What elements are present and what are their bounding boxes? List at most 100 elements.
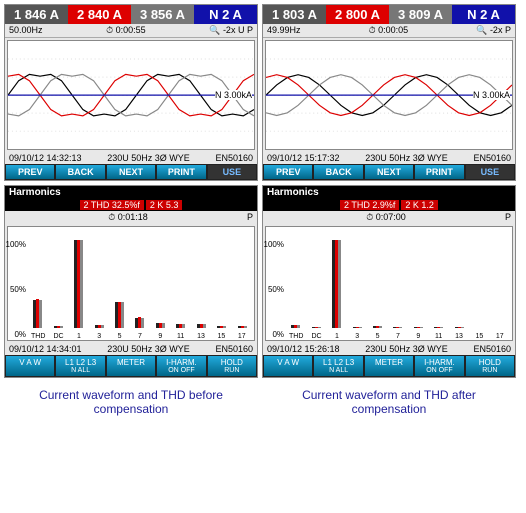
- hm-button[interactable]: I-HARM.ON OFF: [414, 355, 464, 377]
- caption-after: Current waveform and THD after compensat…: [262, 382, 516, 422]
- phase-reading-L3: 3 809 A: [389, 5, 452, 24]
- timestamp: 09/10/12 15:17:32: [267, 153, 340, 163]
- phase-reading-L2: 2 800 A: [326, 5, 389, 24]
- harmonic-bar: [347, 231, 366, 328]
- harmonic-bar: [48, 231, 67, 328]
- phase-reading-L2: 2 840 A: [68, 5, 131, 24]
- phase-reading-N: N 2 A: [452, 5, 515, 24]
- hm-buttons-before: V A WL1 L2 L3N ALLMETERI-HARM.ON OFFHOLD…: [5, 355, 257, 377]
- zoom-label: 🔍 -2x P: [476, 25, 511, 36]
- config: 230U 50Hz 3Ø WYE: [365, 153, 448, 163]
- print-button[interactable]: PRINT: [156, 164, 206, 180]
- harmonic-bar: [151, 231, 170, 328]
- standard: EN50160: [215, 153, 253, 163]
- thd-value: 2 THD 2.9%f: [340, 200, 399, 210]
- elapsed-label: ⏱ 0:01:18: [108, 212, 148, 223]
- hm-button[interactable]: HOLDRUN: [207, 355, 257, 377]
- print-button[interactable]: PRINT: [414, 164, 464, 180]
- standard: EN50160: [473, 344, 511, 354]
- harmonic-bar: [450, 231, 469, 328]
- phase-reading-L1: 1 846 A: [5, 5, 68, 24]
- icons: P: [247, 212, 253, 223]
- wf-header-after: 1 803 A 2 800 A 3 809 A N 2 A: [263, 5, 515, 24]
- hm-footer-before: 09/10/12 14:34:01 230U 50Hz 3Ø WYE EN501…: [5, 343, 257, 355]
- waveform-plot-after: N 3.00kA: [265, 40, 513, 150]
- harmonics-plot-after: 100%50%0%THDDC1357911131517: [265, 226, 513, 341]
- hm-button[interactable]: L1 L2 L3N ALL: [55, 355, 105, 377]
- timestamp: 09/10/12 14:32:13: [9, 153, 82, 163]
- harmonics-panel-after: Harmonics 2 THD 2.9%f 2 K 1.2 ⏱ 0:07:00 …: [262, 185, 516, 378]
- wf-footer-after: 09/10/12 15:17:32 230U 50Hz 3Ø WYE EN501…: [263, 152, 515, 164]
- harmonics-title: Harmonics: [263, 186, 515, 199]
- wf-info-before: 50.00Hz ⏱ 0:00:55 🔍 -2x U P: [5, 24, 257, 38]
- wf-info-after: 49.99Hz ⏱ 0:00:05 🔍 -2x P: [263, 24, 515, 38]
- harmonic-bar: [28, 231, 47, 328]
- back-button[interactable]: BACK: [313, 164, 363, 180]
- waveform-plot-before: N 3.00kA: [7, 40, 255, 150]
- hm-buttons-after: V A WL1 L2 L3N ALLMETERI-HARM.ON OFFHOLD…: [263, 355, 515, 377]
- thd-bar-before: 2 THD 32.5%f 2 K 5.3: [5, 199, 257, 211]
- phase-reading-L1: 1 803 A: [263, 5, 326, 24]
- harmonic-bar: [233, 231, 252, 328]
- hm-info-after: ⏱ 0:07:00 P: [263, 211, 515, 224]
- timestamp: 09/10/12 15:26:18: [267, 344, 340, 354]
- harmonic-bar: [306, 231, 325, 328]
- wf-buttons-before: PREV BACK NEXT PRINT USE: [5, 164, 257, 180]
- harmonic-bar: [327, 231, 346, 328]
- hm-button[interactable]: V A W: [263, 355, 313, 377]
- hm-info-before: ⏱ 0:01:18 P: [5, 211, 257, 224]
- standard: EN50160: [473, 153, 511, 163]
- harmonic-bar: [470, 231, 489, 328]
- timestamp: 09/10/12 14:34:01: [9, 344, 82, 354]
- thd-value: 2 THD 32.5%f: [80, 200, 144, 210]
- harmonic-bar: [491, 231, 510, 328]
- use-button[interactable]: USE: [207, 164, 257, 180]
- elapsed-label: ⏱ 0:00:05: [369, 25, 409, 36]
- standard: EN50160: [215, 344, 253, 354]
- caption-row: Current waveform and THD before compensa…: [0, 382, 526, 422]
- harmonic-bar: [110, 231, 129, 328]
- k-value: 2 K 1.2: [401, 200, 438, 210]
- config: 230U 50Hz 3Ø WYE: [107, 344, 190, 354]
- elapsed-label: ⏱ 0:07:00: [366, 212, 406, 223]
- config: 230U 50Hz 3Ø WYE: [365, 344, 448, 354]
- icons: P: [505, 212, 511, 223]
- hm-button[interactable]: L1 L2 L3N ALL: [313, 355, 363, 377]
- harmonic-bar: [212, 231, 231, 328]
- hm-button[interactable]: I-HARM.ON OFF: [156, 355, 206, 377]
- y-scale-label: N 3.00kA: [215, 90, 252, 100]
- prev-button[interactable]: PREV: [263, 164, 313, 180]
- back-button[interactable]: BACK: [55, 164, 105, 180]
- harmonic-bar: [69, 231, 88, 328]
- freq-label: 50.00Hz: [9, 25, 43, 36]
- phase-reading-N: N 2 A: [194, 5, 257, 24]
- waveform-panel-before: 1 846 A 2 840 A 3 856 A N 2 A 50.00Hz ⏱ …: [4, 4, 258, 181]
- harmonic-bar: [89, 231, 108, 328]
- caption-before: Current waveform and THD before compensa…: [4, 382, 258, 422]
- wf-header-before: 1 846 A 2 840 A 3 856 A N 2 A: [5, 5, 257, 24]
- use-button[interactable]: USE: [465, 164, 515, 180]
- y-scale-label: N 3.00kA: [473, 90, 510, 100]
- hm-button[interactable]: V A W: [5, 355, 55, 377]
- harmonic-bar: [171, 231, 190, 328]
- waveform-panel-after: 1 803 A 2 800 A 3 809 A N 2 A 49.99Hz ⏱ …: [262, 4, 516, 181]
- k-value: 2 K 5.3: [146, 200, 183, 210]
- hm-footer-after: 09/10/12 15:26:18 230U 50Hz 3Ø WYE EN501…: [263, 343, 515, 355]
- harmonics-title: Harmonics: [5, 186, 257, 199]
- next-button[interactable]: NEXT: [364, 164, 414, 180]
- wf-buttons-after: PREV BACK NEXT PRINT USE: [263, 164, 515, 180]
- thd-bar-after: 2 THD 2.9%f 2 K 1.2: [263, 199, 515, 211]
- hm-button[interactable]: HOLDRUN: [465, 355, 515, 377]
- wf-footer-before: 09/10/12 14:32:13 230U 50Hz 3Ø WYE EN501…: [5, 152, 257, 164]
- next-button[interactable]: NEXT: [106, 164, 156, 180]
- harmonic-bar: [192, 231, 211, 328]
- harmonic-bar: [130, 231, 149, 328]
- zoom-label: 🔍 -2x U P: [209, 25, 253, 36]
- config: 230U 50Hz 3Ø WYE: [107, 153, 190, 163]
- figure-container: 1 846 A 2 840 A 3 856 A N 2 A 50.00Hz ⏱ …: [0, 0, 526, 382]
- hm-button[interactable]: METER: [364, 355, 414, 377]
- harmonics-plot-before: 100%50%0%THDDC1357911131517: [7, 226, 255, 341]
- hm-button[interactable]: METER: [106, 355, 156, 377]
- harmonic-bar: [388, 231, 407, 328]
- prev-button[interactable]: PREV: [5, 164, 55, 180]
